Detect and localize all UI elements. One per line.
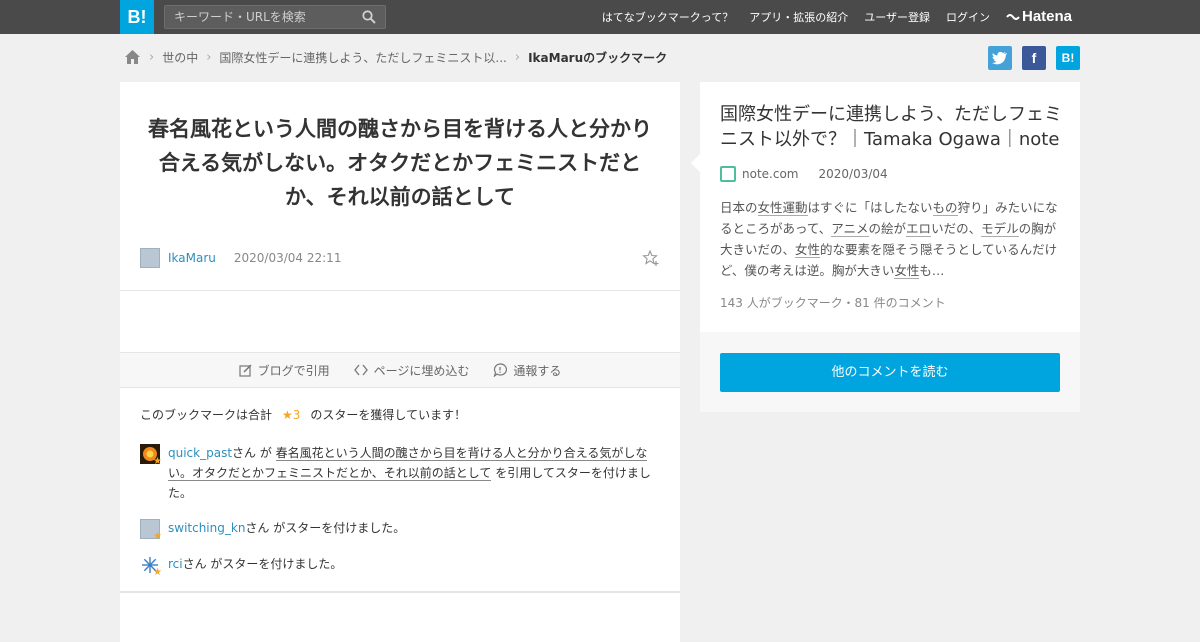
speech-bubble-icon (493, 363, 508, 377)
nav-about[interactable]: はてなブックマークって？ (602, 9, 733, 25)
star-entry-post: さん がスターを付けました。 (245, 521, 406, 535)
star-entry: ★ quick_pastさん が 春名風花という人間の醜さから目を背ける人と分か… (140, 443, 660, 503)
star-icon: ★ (153, 531, 162, 542)
top-nav: はてなブックマークって？ アプリ・拡張の紹介 ユーザー登録 ログイン (602, 0, 990, 34)
summary-keyword[interactable]: アニメ (831, 221, 869, 237)
facebook-share-button[interactable]: f (1022, 46, 1046, 70)
bookmark-date[interactable]: 2020/03/04 22:11 (234, 251, 342, 265)
summary-text: はすぐに「はしたない (807, 200, 933, 215)
star-icon: ★ (153, 456, 162, 467)
embed-label: ページに埋め込む (373, 363, 470, 378)
summary-keyword[interactable]: エロ (906, 221, 932, 237)
search-box[interactable] (164, 5, 386, 29)
note-favicon-icon (720, 166, 736, 182)
star-entry-text: switching_knさん がスターを付けました。 (168, 518, 660, 538)
divider (120, 591, 680, 593)
entry-counts[interactable]: 143 人がブックマーク・81 件のコメント (720, 294, 946, 311)
read-comments-button[interactable]: 他のコメントを読む (720, 353, 1060, 392)
share-buttons: f B! (988, 46, 1080, 70)
nav-login[interactable]: ログイン (946, 9, 990, 25)
summary-text: いだの、 (931, 221, 982, 236)
summary-text: 日本の (720, 200, 758, 215)
home-icon[interactable] (124, 49, 141, 65)
embed-button[interactable]: ページに埋め込む (353, 362, 470, 379)
breadcrumb-category[interactable]: 世の中 (162, 49, 198, 66)
brand-label: Hatena (1022, 8, 1073, 25)
report-label: 通報する (513, 363, 562, 378)
summary-keyword[interactable]: 女性 (894, 263, 920, 279)
summary-keyword[interactable]: モデル (981, 221, 1019, 237)
star-summary: このブックマークは合計 ★3 のスターを獲得しています！ (140, 406, 466, 423)
search-input[interactable] (174, 9, 354, 25)
twitter-share-button[interactable] (988, 46, 1012, 70)
blog-quote-label: ブログで引用 (257, 363, 330, 378)
star-summary-prefix: このブックマークは合計 (140, 408, 273, 422)
bookmark-user[interactable]: IkaMaru (168, 251, 216, 265)
star-entry-pre: さん が (232, 446, 276, 460)
summary-keyword[interactable]: もの (932, 200, 958, 216)
hatena-brand[interactable]: Hatena (1006, 8, 1072, 25)
star-entry: ★ rciさん がスターを付けました。 (140, 554, 660, 578)
star-summary-suffix: のスターを獲得しています！ (310, 408, 467, 422)
pointer-arrow (691, 154, 700, 172)
bookmark-card: 春名風花という人間の醜さから目を背ける人と分かり合える気がしない。オタクだとかフ… (120, 82, 680, 642)
chevron-right-icon: › (149, 49, 155, 65)
star-entry-post: さん がスターを付けました。 (182, 557, 343, 571)
action-bar: ブログで引用 ページに埋め込む 通報する (120, 352, 680, 388)
twitter-icon (992, 51, 1007, 65)
edit-icon (238, 363, 252, 377)
hatena-icon (1006, 13, 1020, 20)
star-user[interactable]: switching_kn (168, 521, 245, 535)
nav-apps[interactable]: アプリ・拡張の紹介 (749, 9, 848, 25)
breadcrumb-entry[interactable]: 国際女性デーに連携しよう、ただしフェミニスト以... (219, 49, 506, 66)
entry-title[interactable]: 国際女性デーに連携しよう、ただしフェミニスト以外で？｜Tamaka Ogawa｜… (720, 102, 1065, 152)
chevron-right-icon: › (206, 49, 212, 65)
breadcrumb: › 世の中 › 国際女性デーに連携しよう、ただしフェミニスト以... › Ika… (124, 47, 667, 67)
star-user[interactable]: rci (168, 557, 183, 571)
search-icon[interactable] (362, 10, 376, 24)
entry-card: 国際女性デーに連携しよう、ただしフェミニスト以外で？｜Tamaka Ogawa｜… (691, 82, 1080, 412)
bookmark-meta: IkaMaru 2020/03/04 22:11 (140, 247, 660, 269)
avatar[interactable] (140, 248, 160, 268)
summary-text: も… (919, 263, 945, 278)
top-bar: B! はてなブックマークって？ アプリ・拡張の紹介 ユーザー登録 ログイン Ha… (0, 0, 1200, 34)
hatena-bookmark-icon: B! (1061, 51, 1075, 65)
entry-date: 2020/03/04 (818, 167, 888, 181)
entry-domain[interactable]: note.com (742, 167, 798, 181)
summary-keyword[interactable]: 女性運動 (757, 200, 808, 216)
star-count[interactable]: ★3 (282, 408, 300, 422)
divider (120, 290, 680, 291)
star-user[interactable]: quick_past (168, 446, 232, 460)
entry-summary: 日本の女性運動はすぐに「はしたないもの狩り」みたいになるところがあって、アニメの… (720, 197, 1060, 281)
hatena-bookmark-logo[interactable]: B! (120, 0, 154, 34)
bookmark-comment: 春名風花という人間の醜さから目を背ける人と分かり合える気がしない。オタクだとかフ… (148, 117, 652, 209)
blog-quote-button[interactable]: ブログで引用 (238, 362, 330, 379)
star-entry: ★ switching_knさん がスターを付けました。 (140, 518, 660, 542)
facebook-icon: f (1031, 50, 1037, 66)
summary-text: の絵が (868, 221, 907, 236)
chevron-right-icon: › (514, 49, 521, 65)
code-icon (353, 364, 368, 376)
star-entry-text: quick_pastさん が 春名風花という人間の醜さから目を背ける人と分かり合… (168, 443, 660, 503)
star-entry-text: rciさん がスターを付けました。 (168, 554, 660, 574)
star-icon: ★ (153, 567, 162, 578)
report-button[interactable]: 通報する (493, 362, 561, 379)
hatena-share-button[interactable]: B! (1056, 46, 1080, 70)
add-star-icon[interactable] (642, 249, 660, 267)
entry-info: 国際女性デーに連携しよう、ただしフェミニスト以外で？｜Tamaka Ogawa｜… (691, 82, 1080, 332)
entry-meta: note.com 2020/03/04 (720, 166, 888, 182)
summary-keyword[interactable]: 女性 (795, 242, 821, 258)
breadcrumb-current: IkaMaruのブックマーク (528, 50, 668, 65)
nav-register[interactable]: ユーザー登録 (864, 9, 930, 25)
